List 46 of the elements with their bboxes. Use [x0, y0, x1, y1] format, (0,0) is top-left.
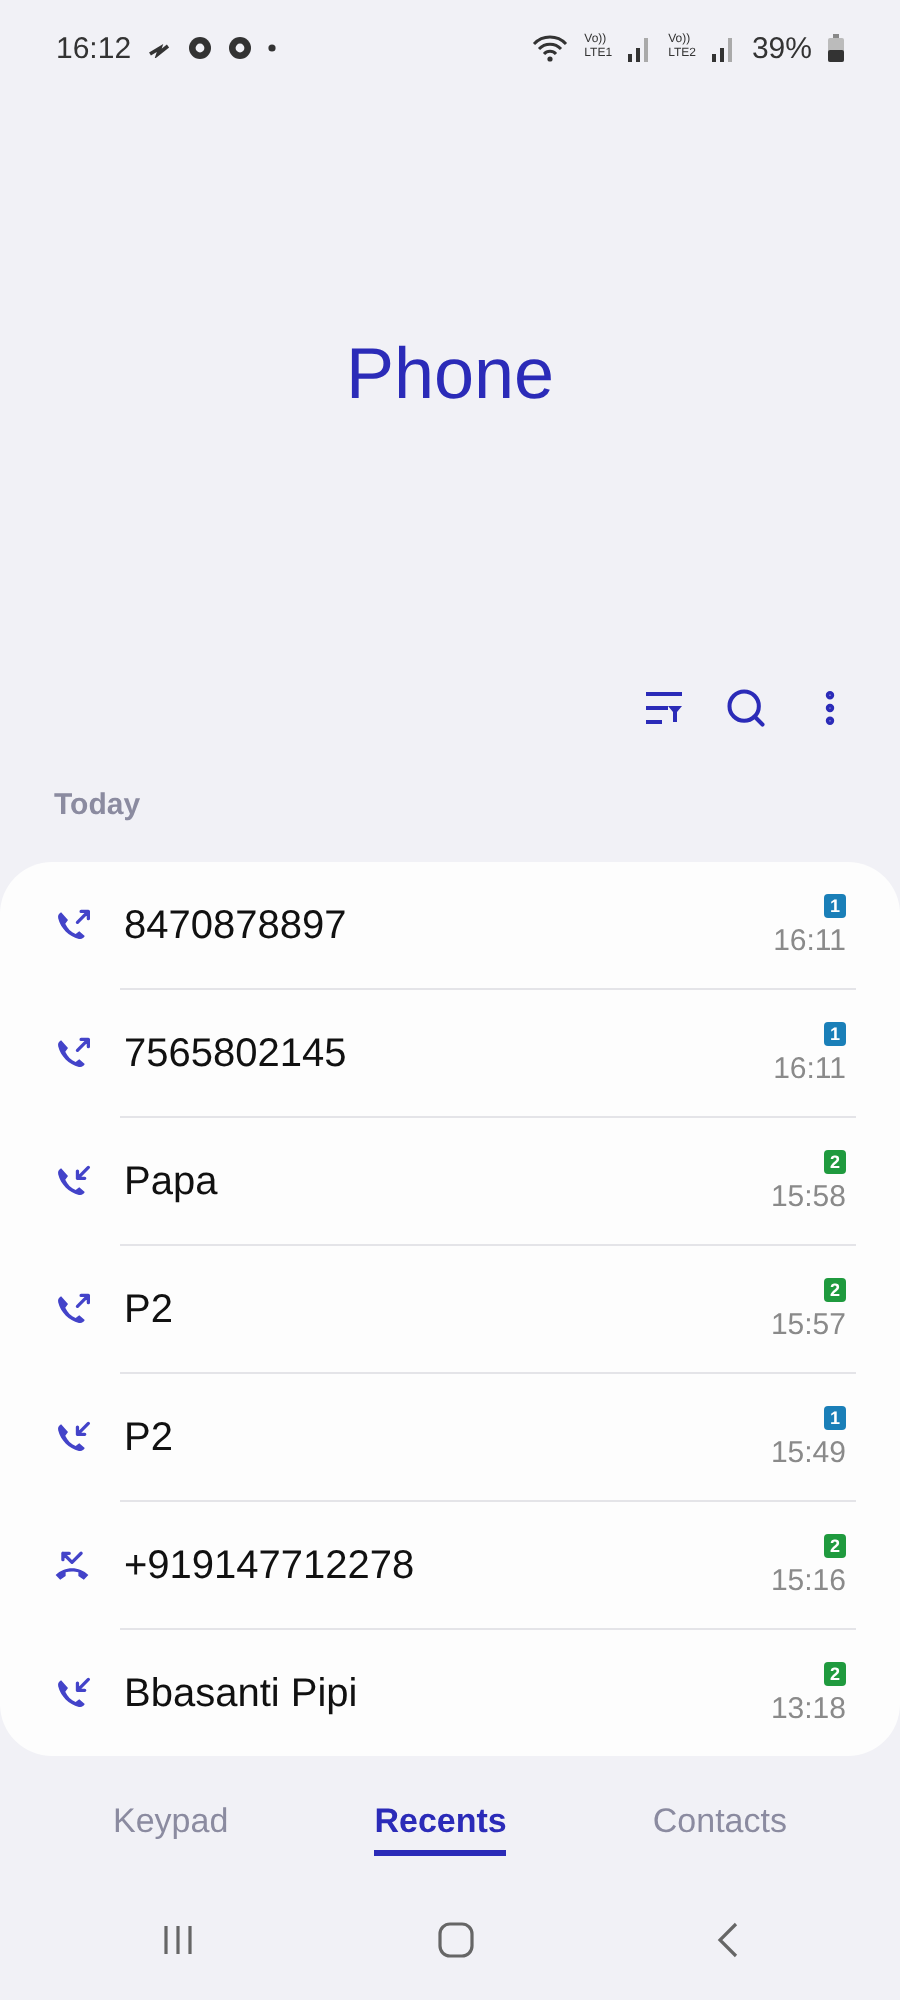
call-time: 15:49	[770, 1436, 846, 1470]
caller-name: P2	[124, 1415, 175, 1461]
call-time: 15:16	[770, 1564, 846, 1598]
sim-badge: 1	[824, 1022, 846, 1046]
filter-button[interactable]	[644, 690, 684, 726]
recent-apps-button[interactable]	[160, 1924, 197, 1956]
signal-icon	[628, 35, 653, 61]
battery-icon	[828, 34, 844, 62]
call-time: 15:57	[770, 1308, 846, 1342]
search-icon[interactable]	[724, 686, 768, 730]
caller-name: 7565802145	[124, 1031, 349, 1077]
sim-badge: 2	[824, 1534, 846, 1558]
call-row[interactable]: Papa 2 15:58	[0, 1118, 900, 1246]
call-time: 13:18	[770, 1692, 846, 1726]
call-row[interactable]: P2 1 15:49	[0, 1374, 900, 1502]
signal-icon	[711, 35, 736, 61]
call-row[interactable]: P2 2 15:57	[0, 1246, 900, 1374]
caller-name: Papa	[124, 1159, 220, 1205]
call-row[interactable]: 8470878897 1 16:11	[0, 862, 900, 990]
sim-badge: 1	[824, 1406, 846, 1430]
ring-icon	[187, 36, 212, 60]
caller-name: P2	[124, 1287, 175, 1333]
sim-badge: 1	[824, 894, 846, 918]
status-time: 16:12	[56, 31, 132, 65]
call-time: 16:11	[773, 1052, 846, 1086]
battery-percent: 39%	[751, 31, 812, 65]
call-time: 15:58	[770, 1180, 846, 1214]
sim-badge: 2	[824, 1150, 846, 1174]
bolt-icon	[147, 38, 172, 58]
sim-badge: 2	[824, 1662, 846, 1686]
call-row[interactable]: Bbasanti Pipi 2 13:18	[0, 1630, 900, 1756]
caller-name: 8470878897	[124, 903, 349, 949]
section-header: Today	[52, 786, 143, 826]
call-time: 16:11	[773, 924, 846, 958]
sim-badge: 2	[824, 1278, 846, 1302]
bottom-tab[interactable]: Recents	[374, 1800, 507, 1856]
home-button[interactable]	[437, 1922, 474, 1958]
call-row[interactable]: +919147712278 2 15:16	[0, 1502, 900, 1630]
ring-icon	[227, 36, 252, 60]
call-row[interactable]: 7565802145 1 16:11	[0, 990, 900, 1118]
back-button[interactable]	[715, 1922, 740, 1958]
wifi-icon	[532, 34, 569, 62]
page-title: Phone	[343, 330, 557, 418]
caller-name: +919147712278	[124, 1543, 417, 1589]
dot-icon	[267, 44, 276, 52]
caller-name: Bbasanti Pipi	[124, 1671, 360, 1717]
